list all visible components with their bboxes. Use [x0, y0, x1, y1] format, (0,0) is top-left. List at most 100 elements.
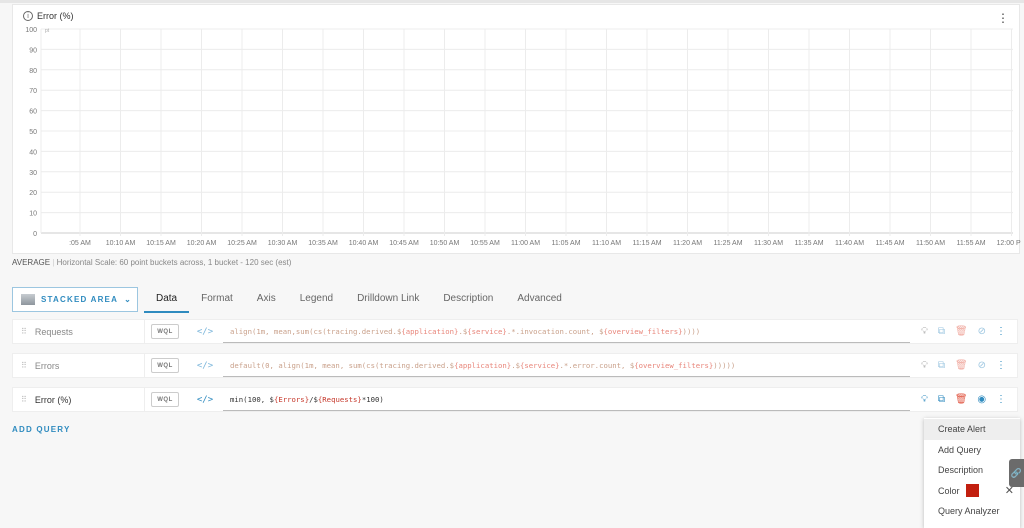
- menu-item-color[interactable]: Color ✕: [924, 481, 1020, 502]
- wql-toggle[interactable]: WQL: [151, 324, 179, 339]
- eye-icon[interactable]: ◉: [977, 394, 986, 405]
- delete-icon[interactable]: 🗑︎: [955, 326, 968, 337]
- link-icon[interactable]: 🔗: [1009, 459, 1024, 487]
- y-unit-label: pt: [45, 28, 50, 34]
- expr-token: {Requests}: [317, 394, 362, 404]
- x-tick-label: 11:45 AM: [875, 240, 904, 247]
- drag-handle-icon[interactable]: ⠿: [21, 361, 27, 370]
- query-row: ⠿ Errors WQL </> default(0, align(1m, mea…: [12, 353, 1018, 378]
- query-name[interactable]: ⠿ Requests: [13, 320, 145, 343]
- code-icon[interactable]: </>: [187, 388, 223, 411]
- tab-legend[interactable]: Legend: [288, 290, 345, 313]
- x-tick-label: 10:45 AM: [389, 240, 419, 247]
- scale-info: AVERAGE | Horizontal Scale: 60 point buc…: [12, 258, 291, 267]
- chart-menu-icon[interactable]: ⋮: [997, 11, 1009, 25]
- chart-type-label: STACKED AREA: [41, 295, 119, 304]
- wql-toggle[interactable]: WQL: [151, 392, 179, 407]
- tab-format[interactable]: Format: [189, 290, 245, 313]
- y-tick-label: 10: [29, 211, 37, 218]
- x-tick-label: 11:00 AM: [511, 240, 540, 247]
- eye-off-icon[interactable]: ⊘: [978, 360, 986, 371]
- y-tick-label: 50: [29, 129, 37, 136]
- query-menu-icon[interactable]: ⋮: [996, 394, 1006, 405]
- wql-toggle[interactable]: WQL: [151, 358, 179, 373]
- y-tick-label: 30: [29, 170, 37, 177]
- x-tick-label: 10:35 AM: [308, 240, 338, 247]
- expr-token: .*.error.count, $: [559, 360, 635, 370]
- query-menu-icon[interactable]: ⋮: [996, 360, 1006, 371]
- query-expression-input[interactable]: default(0, align(1m, mean, sum(cs(tracin…: [223, 354, 910, 377]
- x-tick-label: 10:15 AM: [146, 240, 176, 247]
- chart-type-dropdown[interactable]: STACKED AREA ⌄: [12, 287, 138, 312]
- add-query-button[interactable]: ADD QUERY: [12, 425, 71, 434]
- x-tick-label: :05 AM: [69, 240, 91, 247]
- x-tick-label: 12:00 PM: [997, 240, 1021, 247]
- expr-token: align(1m, mean,sum(cs(tracing.derived.$: [230, 326, 402, 336]
- menu-item-label: Query Analyzer: [938, 506, 1000, 517]
- x-tick-label: 10:55 AM: [470, 240, 500, 247]
- query-expression-input[interactable]: min(100, $ {Errors}/$ {Requests} *100): [223, 388, 910, 411]
- query-name-text: Error (%): [34, 394, 72, 405]
- alert-bulb-icon[interactable]: 💡︎: [921, 394, 928, 405]
- query-name[interactable]: ⠿ Errors: [13, 354, 145, 377]
- alert-bulb-icon[interactable]: 💡︎: [921, 360, 928, 371]
- x-tick-label: 10:25 AM: [227, 240, 257, 247]
- x-tick-label: 10:40 AM: [349, 240, 379, 247]
- expr-token: /$: [309, 394, 318, 404]
- x-tick-label: 10:10 AM: [106, 240, 136, 247]
- menu-item-description[interactable]: Description: [924, 460, 1020, 481]
- drag-handle-icon[interactable]: ⠿: [21, 395, 27, 404]
- menu-item-add-query[interactable]: Add Query: [924, 440, 1020, 461]
- copy-icon[interactable]: ⧉: [938, 394, 945, 405]
- menu-item-query-analyzer[interactable]: Query Analyzer: [924, 501, 1020, 522]
- menu-item-label: Create Alert: [938, 424, 986, 435]
- query-context-menu: Create Alert Add Query Description Color ✕ Qu…: [924, 418, 1020, 528]
- expr-token: .*.invocation.count, $: [506, 326, 604, 336]
- copy-icon[interactable]: ⧉: [938, 360, 945, 371]
- copy-icon[interactable]: ⧉: [938, 326, 945, 337]
- alert-bulb-icon[interactable]: 💡︎: [921, 326, 928, 337]
- x-tick-label: 11:50 AM: [916, 240, 945, 247]
- expr-token: {Errors}: [273, 394, 310, 404]
- tab-drilldown-link[interactable]: Drilldown Link: [345, 290, 431, 313]
- separator: |: [52, 258, 55, 267]
- x-tick-label: 11:30 AM: [754, 240, 783, 247]
- query-row: ⠿ Requests WQL </> align(1m, mean,sum(cs(…: [12, 319, 1018, 344]
- expr-token: *100): [361, 394, 384, 404]
- summarization-mode: AVERAGE: [12, 258, 51, 267]
- chart-title-text: Error (%): [37, 11, 74, 21]
- menu-item-create-alert[interactable]: Create Alert: [924, 419, 1020, 440]
- color-swatch[interactable]: [965, 484, 979, 498]
- query-menu-icon[interactable]: ⋮: [996, 326, 1006, 337]
- expr-token: .$: [458, 326, 468, 336]
- delete-icon[interactable]: 🗑︎: [955, 394, 968, 405]
- tab-axis[interactable]: Axis: [245, 290, 288, 313]
- expr-token: {service}: [519, 360, 560, 370]
- expr-token: {application}: [401, 326, 459, 336]
- x-tick-label: 11:40 AM: [835, 240, 864, 247]
- tab-advanced[interactable]: Advanced: [505, 290, 573, 313]
- expr-token: .$: [511, 360, 520, 370]
- delete-icon[interactable]: 🗑︎: [955, 360, 968, 371]
- expr-token: {overview_filters}: [603, 326, 683, 336]
- y-tick-label: 0: [33, 231, 37, 238]
- query-name-text: Errors: [34, 360, 60, 371]
- chart-title: i Error (%): [23, 11, 74, 21]
- drag-handle-icon[interactable]: ⠿: [21, 327, 27, 336]
- expr-token: {service}: [467, 326, 507, 336]
- code-icon[interactable]: </>: [187, 354, 223, 377]
- code-icon[interactable]: </>: [187, 320, 223, 343]
- query-name[interactable]: ⠿ Error (%): [13, 388, 145, 411]
- y-tick-label: 40: [29, 149, 37, 156]
- tab-data[interactable]: Data: [144, 290, 190, 313]
- stacked-area-icon: [21, 294, 35, 305]
- eye-off-icon[interactable]: ⊘: [978, 326, 986, 337]
- query-expression-input[interactable]: align(1m, mean,sum(cs(tracing.derived.${…: [223, 320, 910, 343]
- chart-card: 100 90 80 70 60 50 40 30 20 10 0 pt:05 AM 10:10 AM 10…: [12, 4, 1021, 254]
- tab-description[interactable]: Description: [431, 290, 505, 313]
- info-icon[interactable]: i: [23, 11, 33, 21]
- y-tick-label: 60: [29, 109, 37, 116]
- y-tick-label: 80: [29, 68, 37, 75]
- query-row: ⠿ Error (%) WQL </> min(100, $ {Errors}/${…: [12, 387, 1018, 412]
- expr-token: default(0, align(1m, mean, sum(cs(tracin…: [230, 360, 455, 370]
